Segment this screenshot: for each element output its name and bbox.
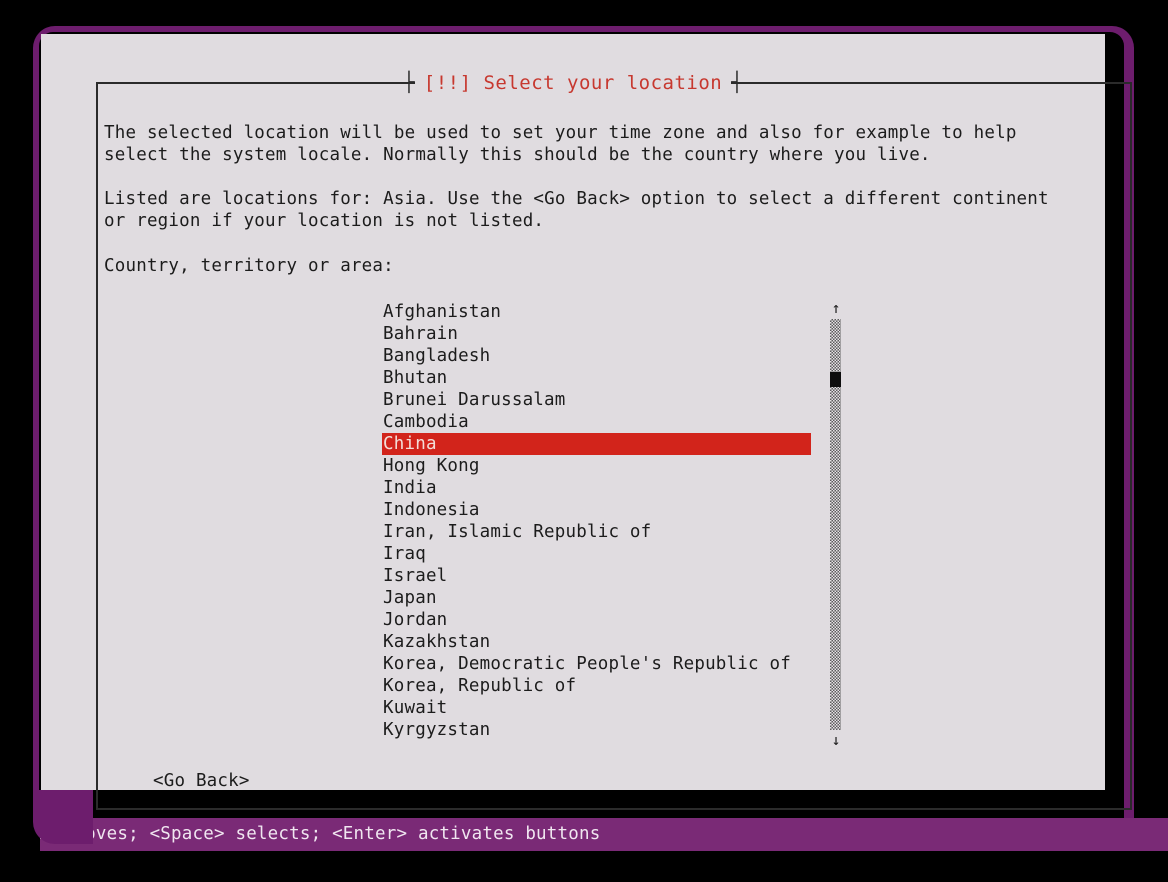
intro-paragraph-1: The selected location will be used to se… xyxy=(104,123,1017,165)
list-item[interactable]: Indonesia xyxy=(382,499,812,521)
list-item[interactable]: Afghanistan xyxy=(382,301,812,323)
list-item[interactable]: Hong Kong xyxy=(382,455,812,477)
list-item[interactable]: Brunei Darussalam xyxy=(382,389,812,411)
country-list[interactable]: Afghanistan Bahrain Bangladesh Bhutan Br… xyxy=(382,301,812,741)
select-location-dialog: ├ [!!] Select your location ┤ The selected… xyxy=(41,34,1132,810)
list-item[interactable]: Bangladesh xyxy=(382,345,812,367)
status-bar: <Tab> moves; <Space> selects; <Enter> ac… xyxy=(0,818,1168,851)
country-list-scrollbar[interactable]: ↑ ↓ xyxy=(825,300,847,748)
window-frame-bottom-left-corner xyxy=(33,790,93,844)
list-item[interactable]: Kazakhstan xyxy=(382,631,812,653)
list-item[interactable]: Kyrgyzstan xyxy=(382,719,812,741)
scroll-down-arrow-icon[interactable]: ↓ xyxy=(829,732,843,748)
go-back-button[interactable]: <Go Back> xyxy=(153,770,250,792)
country-list-label: Country, territory or area: xyxy=(104,256,394,276)
title-right-tick: ┤ xyxy=(731,71,743,94)
scrollbar-thumb[interactable] xyxy=(830,372,841,387)
list-item[interactable]: Bhutan xyxy=(382,367,812,389)
list-item[interactable]: Bahrain xyxy=(382,323,812,345)
list-item[interactable]: Israel xyxy=(382,565,812,587)
page-title: [!!] Select your location xyxy=(414,71,732,94)
list-item[interactable]: Korea, Republic of xyxy=(382,675,812,697)
list-item[interactable]: Iran, Islamic Republic of xyxy=(382,521,812,543)
title-left-tick: ├ xyxy=(403,71,415,94)
list-item[interactable]: India xyxy=(382,477,812,499)
scroll-up-arrow-icon[interactable]: ↑ xyxy=(829,300,843,316)
status-bar-hint-text: <Tab> moves; <Space> selects; <Enter> ac… xyxy=(10,824,601,844)
list-item[interactable]: Kuwait xyxy=(382,697,812,719)
list-item[interactable]: Cambodia xyxy=(382,411,812,433)
list-item-selected[interactable]: China xyxy=(382,433,811,455)
dialog-title-bar: ├ [!!] Select your location ┤ xyxy=(41,71,1105,94)
list-item[interactable]: Iraq xyxy=(382,543,812,565)
list-item[interactable]: Korea, Democratic People's Republic of xyxy=(382,653,812,675)
intro-paragraph-2: Listed are locations for: Asia. Use the … xyxy=(104,189,1049,231)
list-item[interactable]: Jordan xyxy=(382,609,812,631)
list-item[interactable]: Japan xyxy=(382,587,812,609)
